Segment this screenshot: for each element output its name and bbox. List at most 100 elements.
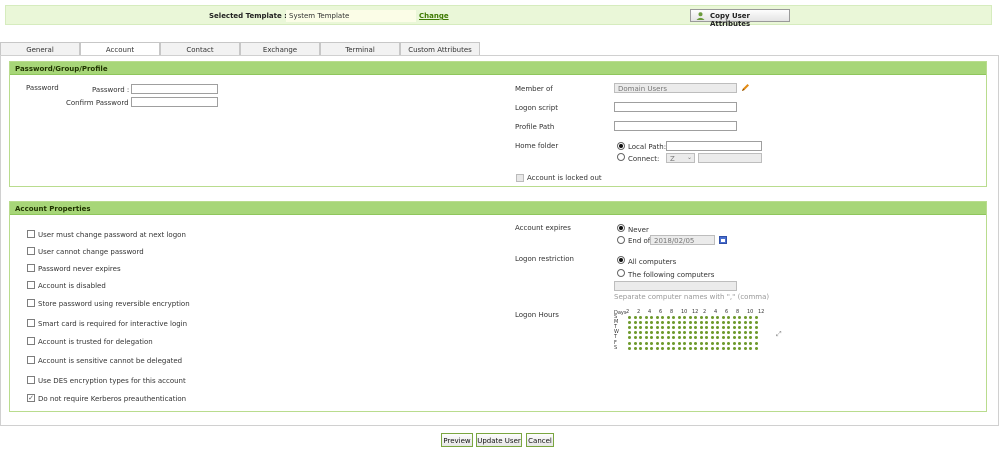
logon-hour-cell[interactable]: [672, 341, 675, 345]
logon-hour-cell[interactable]: [666, 331, 670, 335]
logon-hour-cell[interactable]: [666, 341, 670, 345]
tab-exchange[interactable]: Exchange: [240, 42, 320, 55]
connect-path-input[interactable]: [698, 153, 762, 163]
logon-hour-cell[interactable]: [705, 316, 708, 319]
logon-hour-cell[interactable]: [743, 326, 747, 330]
logon-hour-cell[interactable]: [683, 316, 686, 319]
logon-hour-cell[interactable]: [650, 346, 653, 350]
logon-hour-cell[interactable]: [732, 341, 736, 345]
logon-hour-cell[interactable]: [699, 316, 703, 319]
logon-hour-cell[interactable]: [705, 341, 708, 345]
following-computers-radio[interactable]: [617, 269, 625, 277]
logon-hour-cell[interactable]: [716, 316, 719, 319]
logon-hour-cell[interactable]: [655, 346, 659, 350]
logon-hour-cell[interactable]: [677, 341, 681, 345]
logon-hour-cell[interactable]: [655, 331, 659, 335]
logon-hour-cell[interactable]: [666, 346, 670, 350]
logon-hour-cell[interactable]: [743, 341, 747, 345]
logon-hour-cell[interactable]: [633, 321, 637, 325]
logon-hour-cell[interactable]: [666, 316, 670, 319]
logon-hour-cell[interactable]: [694, 316, 697, 319]
logon-hour-cell[interactable]: [688, 321, 692, 325]
logon-hour-cell[interactable]: [732, 331, 736, 335]
logon-hour-cell[interactable]: [633, 346, 637, 350]
logon-hour-cell[interactable]: [661, 316, 664, 319]
logon-hour-cell[interactable]: [754, 331, 758, 335]
logon-hour-cell[interactable]: [644, 321, 648, 325]
local-path-radio[interactable]: [617, 142, 625, 150]
logon-hour-cell[interactable]: [721, 326, 725, 330]
logon-hour-cell[interactable]: [732, 316, 736, 319]
logon-hour-cell[interactable]: [628, 341, 631, 345]
logon-hour-cell[interactable]: [666, 321, 670, 325]
option-checkbox-checked[interactable]: ✓: [27, 394, 35, 402]
logon-hour-cell[interactable]: [749, 341, 752, 345]
edit-pencil-icon[interactable]: [741, 83, 750, 92]
logon-hour-cell[interactable]: [754, 346, 758, 350]
logon-hour-cell[interactable]: [721, 341, 725, 345]
logon-hour-cell[interactable]: [699, 321, 703, 325]
logon-hour-cell[interactable]: [639, 316, 642, 319]
logon-hour-cell[interactable]: [628, 316, 631, 319]
logon-hour-cell[interactable]: [650, 316, 653, 319]
logon-hour-cell[interactable]: [749, 316, 752, 319]
logon-hour-cell[interactable]: [683, 341, 686, 345]
tab-custom-attributes[interactable]: Custom Attributes: [400, 42, 480, 55]
logon-hour-cell[interactable]: [738, 316, 741, 319]
logon-hour-cell[interactable]: [655, 326, 659, 330]
logon-hour-cell[interactable]: [721, 321, 725, 325]
logon-hour-cell[interactable]: [688, 346, 692, 350]
logon-hour-cell[interactable]: [738, 341, 741, 345]
logon-hour-cell[interactable]: [661, 341, 664, 345]
logon-hour-cell[interactable]: [666, 326, 670, 330]
logon-hour-cell[interactable]: [644, 331, 648, 335]
expand-icon[interactable]: ⤢: [776, 331, 783, 338]
logon-hour-cell[interactable]: [738, 346, 741, 350]
logon-hour-cell[interactable]: [672, 346, 675, 350]
logon-hour-cell[interactable]: [732, 346, 736, 350]
logon-hour-cell[interactable]: [699, 346, 703, 350]
logon-hour-cell[interactable]: [710, 331, 714, 335]
logon-hour-cell[interactable]: [710, 316, 714, 319]
all-computers-radio[interactable]: [617, 256, 625, 264]
logon-hour-cell[interactable]: [694, 346, 697, 350]
logon-hour-cell[interactable]: [749, 346, 752, 350]
logon-hour-cell[interactable]: [710, 321, 714, 325]
tab-general[interactable]: General: [0, 42, 80, 55]
option-checkbox[interactable]: [27, 299, 35, 307]
option-checkbox[interactable]: [27, 264, 35, 272]
logon-hour-cell[interactable]: [721, 316, 725, 319]
option-checkbox[interactable]: [27, 376, 35, 384]
copy-user-attributes-button[interactable]: Copy User Attributes: [690, 9, 790, 28]
logon-hour-cell[interactable]: [727, 346, 730, 350]
logon-hour-cell[interactable]: [716, 346, 719, 350]
logon-hour-cell[interactable]: [655, 341, 659, 345]
logon-hour-cell[interactable]: [721, 331, 725, 335]
logon-hour-cell[interactable]: [688, 331, 692, 335]
logon-hour-cell[interactable]: [727, 316, 730, 319]
tab-contact[interactable]: Contact: [160, 42, 240, 55]
logon-hour-cell[interactable]: [639, 346, 642, 350]
logon-hour-cell[interactable]: [633, 316, 637, 319]
profile-path-input[interactable]: [614, 121, 737, 131]
logon-hour-cell[interactable]: [732, 326, 736, 330]
option-checkbox[interactable]: [27, 281, 35, 289]
logon-hour-cell[interactable]: [721, 346, 725, 350]
option-checkbox[interactable]: [27, 337, 35, 345]
logon-hour-cell[interactable]: [655, 321, 659, 325]
logon-hour-cell[interactable]: [644, 316, 648, 319]
logon-hour-cell[interactable]: [655, 316, 659, 319]
logon-hour-cell[interactable]: [688, 341, 692, 345]
logon-hour-cell[interactable]: [710, 341, 714, 345]
logon-hour-cell[interactable]: [644, 346, 648, 350]
computer-names-input[interactable]: [614, 281, 737, 291]
logon-hour-cell[interactable]: [644, 341, 648, 345]
end-of-date-input[interactable]: 2018/02/05: [650, 235, 715, 245]
logon-script-input[interactable]: [614, 102, 737, 112]
logon-hour-cell[interactable]: [677, 321, 681, 325]
account-locked-checkbox[interactable]: [516, 174, 524, 182]
expires-never-radio[interactable]: [617, 224, 625, 232]
cancel-button[interactable]: Cancel: [526, 433, 554, 447]
logon-hour-cell[interactable]: [688, 326, 692, 330]
logon-hour-cell[interactable]: [754, 316, 758, 319]
